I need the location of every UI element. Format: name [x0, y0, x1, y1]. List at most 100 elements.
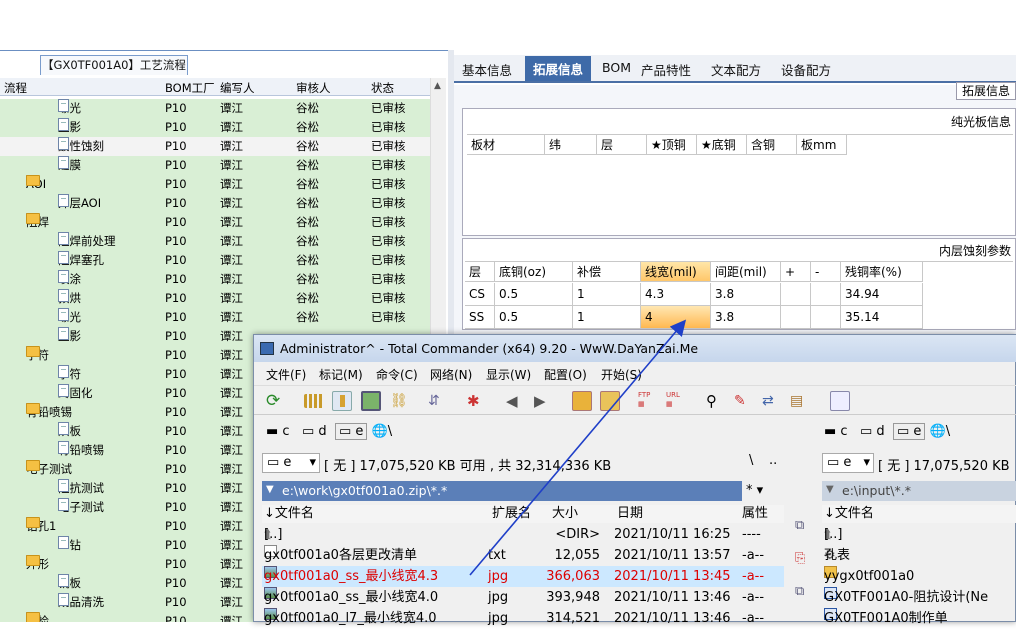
right-drive-dropdown-icon[interactable]: ▾: [863, 454, 870, 472]
file-row[interactable]: GX0TF001A0制作单: [822, 608, 1016, 629]
process-row[interactable]: 曝光 P10 谭江 谷松 已审核: [0, 308, 430, 327]
move-icon[interactable]: ⎘: [795, 551, 805, 566]
ftp-connect-icon[interactable]: FTP ▦: [638, 391, 658, 411]
full-view-icon[interactable]: [332, 391, 352, 411]
left-up-button[interactable]: ..: [769, 453, 777, 468]
hdr-size[interactable]: 大小: [552, 505, 578, 523]
forward-arrow-icon[interactable]: ▶: [534, 391, 554, 411]
etch-cell[interactable]: 0.5: [495, 283, 573, 306]
file-row[interactable]: ⮬ [..]: [822, 524, 1016, 545]
process-row[interactable]: 喷涂 P10 谭江 谷松 已审核: [0, 270, 430, 289]
left-path-filter[interactable]: * ▾: [746, 483, 786, 503]
right-path-bar[interactable]: e:\input\*.*: [822, 481, 1016, 501]
process-row[interactable]: 退膜 P10 谭江 谷松 已审核: [0, 156, 430, 175]
col-header-flow[interactable]: 流程: [4, 80, 27, 96]
file-row[interactable]: yygx0tf001a0: [822, 566, 1016, 587]
tab-product-features[interactable]: 产品特性: [641, 60, 691, 79]
col-header-writer[interactable]: 编写人: [220, 80, 255, 96]
url-connect-icon[interactable]: URL ▦: [666, 391, 686, 411]
network-drive-button[interactable]: 🌐\: [372, 424, 393, 439]
file-row[interactable]: ⮬ [..] <DIR> 2021/10/11 16:25 ----: [262, 524, 784, 545]
drive-c-button[interactable]: ▬ c: [266, 424, 290, 439]
etch-cell[interactable]: 1: [573, 306, 641, 329]
refresh-icon[interactable]: ⟳: [266, 391, 286, 411]
back-arrow-icon[interactable]: ◀: [506, 391, 526, 411]
etch-cell[interactable]: 3.8: [711, 306, 781, 329]
etch-cell[interactable]: 4: [641, 306, 711, 329]
left-drive-combo[interactable]: ▭ e ▾: [262, 453, 320, 473]
invert-selection-icon[interactable]: ⇵: [428, 391, 448, 411]
process-flow-tab[interactable]: 【GX0TF001A0】工艺流程: [40, 55, 188, 75]
copy-icon[interactable]: ⧉: [795, 518, 804, 533]
right-drive-c-button[interactable]: ▬ c: [824, 424, 848, 439]
file-row[interactable]: gx0tf001a0_ss_最小线宽4.3 jpg 366,063 2021/10/1…: [262, 566, 784, 587]
menu-mark[interactable]: 标记(M): [319, 366, 363, 383]
menu-view[interactable]: 显示(W): [486, 366, 531, 383]
sync-dirs-icon[interactable]: ⇄: [762, 391, 782, 411]
left-drive-dropdown-icon[interactable]: ▾: [309, 454, 316, 472]
unpack-icon[interactable]: [600, 391, 620, 411]
tab-text-recipe[interactable]: 文本配方: [711, 60, 761, 79]
menu-file[interactable]: 文件(F): [266, 366, 306, 383]
hdr-date[interactable]: 日期: [617, 505, 643, 523]
col-header-reviewer[interactable]: 审核人: [296, 80, 331, 96]
process-row[interactable]: 阻焊前处理 P10 谭江 谷松 已审核: [0, 232, 430, 251]
etch-cell[interactable]: 4.3: [641, 283, 711, 306]
menu-config[interactable]: 配置(O): [544, 366, 587, 383]
tab-basic-info[interactable]: 基本信息: [462, 60, 512, 79]
etch-cell[interactable]: 1: [573, 283, 641, 306]
find-binoculars-icon[interactable]: ⚲: [706, 391, 726, 411]
etch-cell[interactable]: SS: [465, 306, 495, 329]
etch-cell[interactable]: [781, 283, 811, 306]
right-network-drive-button[interactable]: 🌐\: [930, 424, 951, 439]
col-header-status[interactable]: 状态: [371, 80, 394, 96]
file-row[interactable]: ⚙ 孔表: [822, 545, 1016, 566]
pack-button-icon[interactable]: ⧉: [795, 584, 804, 599]
etch-cell[interactable]: 35.14: [841, 306, 923, 329]
multi-rename-icon[interactable]: ✎: [734, 391, 754, 411]
process-row[interactable]: 外层AOI P10 谭江 谷松 已审核: [0, 194, 430, 213]
etch-cell[interactable]: [811, 306, 841, 329]
pack-icon[interactable]: [572, 391, 592, 411]
compare-files-icon[interactable]: ▤: [790, 391, 810, 411]
process-row[interactable]: 阻焊塞孔 P10 谭江 谷松 已审核: [0, 251, 430, 270]
drive-d-button[interactable]: ▭ d: [302, 424, 327, 439]
tree-view-icon[interactable]: ⛓: [390, 391, 410, 411]
process-row[interactable]: 曝光 P10 谭江 谷松 已审核: [0, 99, 430, 118]
etch-cell[interactable]: 34.94: [841, 283, 923, 306]
notepad-icon[interactable]: [830, 391, 850, 411]
file-row[interactable]: gx0tf001a0各层更改清单 txt 12,055 2021/10/11 13:5…: [262, 545, 784, 566]
process-row[interactable]: 预烘 P10 谭江 谷松 已审核: [0, 289, 430, 308]
etch-cell[interactable]: [811, 283, 841, 306]
etch-cell[interactable]: 0.5: [495, 306, 573, 329]
file-row[interactable]: gx0tf001a0_ss_最小线宽4.0 jpg 393,948 2021/10/1…: [262, 587, 784, 608]
file-row[interactable]: GX0TF001A0-阻抗设计(Ne: [822, 587, 1016, 608]
process-row[interactable]: −AOI P10 谭江 谷松 已审核: [0, 175, 430, 194]
process-row[interactable]: 显影 P10 谭江 谷松 已审核: [0, 118, 430, 137]
menu-start[interactable]: 开始(S): [601, 366, 642, 383]
tab-equipment-recipe[interactable]: 设备配方: [781, 60, 831, 79]
hdr-attr[interactable]: 属性: [742, 505, 768, 523]
right-drive-e-button[interactable]: ▭ e: [892, 423, 926, 440]
right-drive-d-button[interactable]: ▭ d: [860, 424, 885, 439]
tab-extended-info[interactable]: 拓展信息: [525, 56, 592, 81]
brief-view-icon[interactable]: [304, 394, 324, 408]
left-path-bar[interactable]: e:\work\gx0tf001a0.zip\*.*: [262, 481, 742, 501]
col-header-bom[interactable]: BOM工厂: [165, 80, 215, 96]
extended-info-subtab[interactable]: 拓展信息: [956, 82, 1016, 100]
etch-cell[interactable]: 3.8: [711, 283, 781, 306]
file-row[interactable]: gx0tf001a0_l7_最小线宽4.0 jpg 314,521 2021/10/1…: [262, 608, 784, 629]
etch-cell[interactable]: [781, 306, 811, 329]
mark-icon[interactable]: ✱: [467, 391, 487, 411]
scroll-up-arrow-icon[interactable]: ▲: [434, 81, 441, 91]
menu-command[interactable]: 命令(C): [376, 366, 418, 383]
process-row[interactable]: 酸性蚀刻 P10 谭江 谷松 已审核: [0, 137, 430, 156]
left-root-button[interactable]: \: [749, 453, 753, 468]
menu-network[interactable]: 网络(N): [430, 366, 472, 383]
tab-bom[interactable]: BOM: [602, 60, 631, 75]
right-drive-combo[interactable]: ▭ e ▾: [822, 453, 874, 473]
drive-e-button[interactable]: ▭ e: [334, 423, 368, 440]
thumbnail-view-icon[interactable]: [361, 391, 381, 411]
process-row[interactable]: −阻焊 P10 谭江 谷松 已审核: [0, 213, 430, 232]
etch-cell[interactable]: CS: [465, 283, 495, 306]
